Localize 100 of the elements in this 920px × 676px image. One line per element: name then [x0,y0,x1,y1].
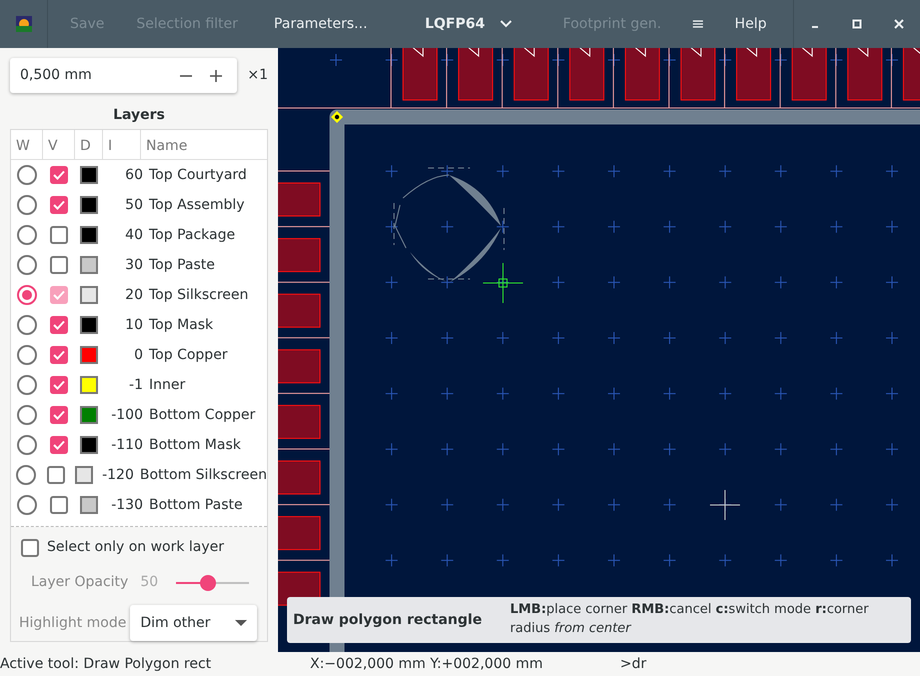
checkbox[interactable] [50,496,68,514]
pad [624,48,660,100]
checkbox[interactable] [50,406,68,424]
layer-index: -1 [128,376,144,394]
radio-button[interactable] [17,195,37,215]
layer-index: -100 [110,406,144,424]
color-swatch[interactable] [80,286,98,304]
checkbox[interactable] [46,466,65,484]
checkbox[interactable] [50,436,68,454]
grid-multiplier: ×1 [247,66,268,85]
layer-name: Top Assembly [149,196,245,214]
tooltip-text: LMB:place corner RMB:cancel c:switch mode r:corner radius from center [510,601,870,638]
toolbar-button[interactable]: Help [718,0,783,48]
layer-name: Top Package [149,226,236,244]
column-header[interactable]: W [11,130,43,159]
checkbox[interactable] [50,256,68,274]
pad [278,238,320,272]
pad [402,48,438,100]
layer-index: 0 [133,346,144,364]
radio-button[interactable] [17,285,37,305]
layer-name: Bottom Mask [149,436,241,454]
layer-name: Top Paste [149,256,215,274]
layer-index: 40 [124,226,144,244]
layer-index: 20 [124,286,144,304]
checkbox[interactable] [50,316,68,334]
color-swatch[interactable] [74,466,93,484]
pad [847,48,882,100]
checkbox[interactable] [50,346,68,364]
slider-value: 50 [140,573,158,592]
checkbox-label: Select only on work layer [47,538,224,557]
pad [736,48,772,100]
pad [792,48,827,100]
dropdown-label: Highlight mode [19,614,126,632]
toolbar-button[interactable]: Parameters... [258,0,384,48]
radio-button[interactable] [17,315,37,335]
layer-index: -120 [101,466,135,484]
pad [458,48,494,100]
layer-name: Top Mask [149,316,214,334]
layer-name: Inner [149,376,186,394]
caret-icon [235,620,247,626]
layer-name: Top Copper [149,346,228,364]
vertex-marker [331,111,343,123]
radio-button[interactable] [17,405,37,425]
radio-button[interactable] [17,345,37,365]
panel-title: Layers [112,106,166,125]
slider-thumb[interactable] [200,574,216,590]
pad [569,48,604,100]
pad [680,48,716,100]
color-swatch[interactable] [80,196,98,214]
slider-label: Layer Opacity [31,573,128,592]
dropdown-chevron-icon[interactable] [499,19,513,29]
radio-button[interactable] [17,495,37,515]
checkbox[interactable] [21,538,39,556]
radio-button[interactable] [16,465,36,485]
pad [278,349,320,384]
layer-index: -130 [110,496,144,514]
status-text: Active tool: Draw Polygon rect [0,654,212,674]
cursor-coordinates: X:−002,000 mm Y:+002,000 mm [310,654,544,674]
layer-index: 50 [124,196,144,214]
radio-button[interactable] [17,435,37,455]
color-swatch[interactable] [80,316,98,334]
layer-name: Top Silkscreen [149,286,248,304]
color-swatch[interactable] [80,376,98,394]
color-swatch[interactable] [80,436,98,454]
grid-size-field[interactable]: 0,500 mm [10,58,238,93]
checkbox[interactable] [50,376,68,394]
toolbar-button[interactable]: ≡ [677,0,719,48]
pad [902,48,920,100]
column-header[interactable]: D [75,130,103,159]
crosshair-cursor [482,262,524,304]
tooltip-title: Draw polygon rectangle [293,610,482,630]
pad [278,516,320,550]
checkbox[interactable] [50,166,68,184]
radio-button[interactable] [17,375,37,395]
checkbox[interactable] [50,196,68,214]
color-swatch[interactable] [80,346,98,364]
color-swatch[interactable] [80,226,98,244]
checkbox[interactable] [50,226,68,244]
color-swatch[interactable] [80,256,98,274]
layer-index: -110 [110,436,144,454]
column-header[interactable]: I [103,130,141,159]
radio-button[interactable] [17,225,37,245]
column-header[interactable]: Name [141,130,267,159]
pad [278,294,320,328]
pad [278,182,320,216]
pad [514,48,549,100]
layer-index: 30 [124,256,144,274]
highlight-mode-dropdown[interactable]: Dim other [130,605,257,641]
layer-name: Top Courtyard [149,166,247,184]
radio-button[interactable] [17,255,37,275]
column-header[interactable]: V [43,130,75,159]
checkbox[interactable] [50,286,68,304]
radio-button[interactable] [17,165,37,185]
color-swatch[interactable] [80,166,98,184]
layer-index: 60 [124,166,144,184]
color-swatch[interactable] [80,406,98,424]
document-title: LQFP64 [424,14,486,34]
color-swatch[interactable] [80,496,98,514]
command-text: >dr [620,654,646,674]
layer-name: Bottom Silkscreen [140,466,267,484]
